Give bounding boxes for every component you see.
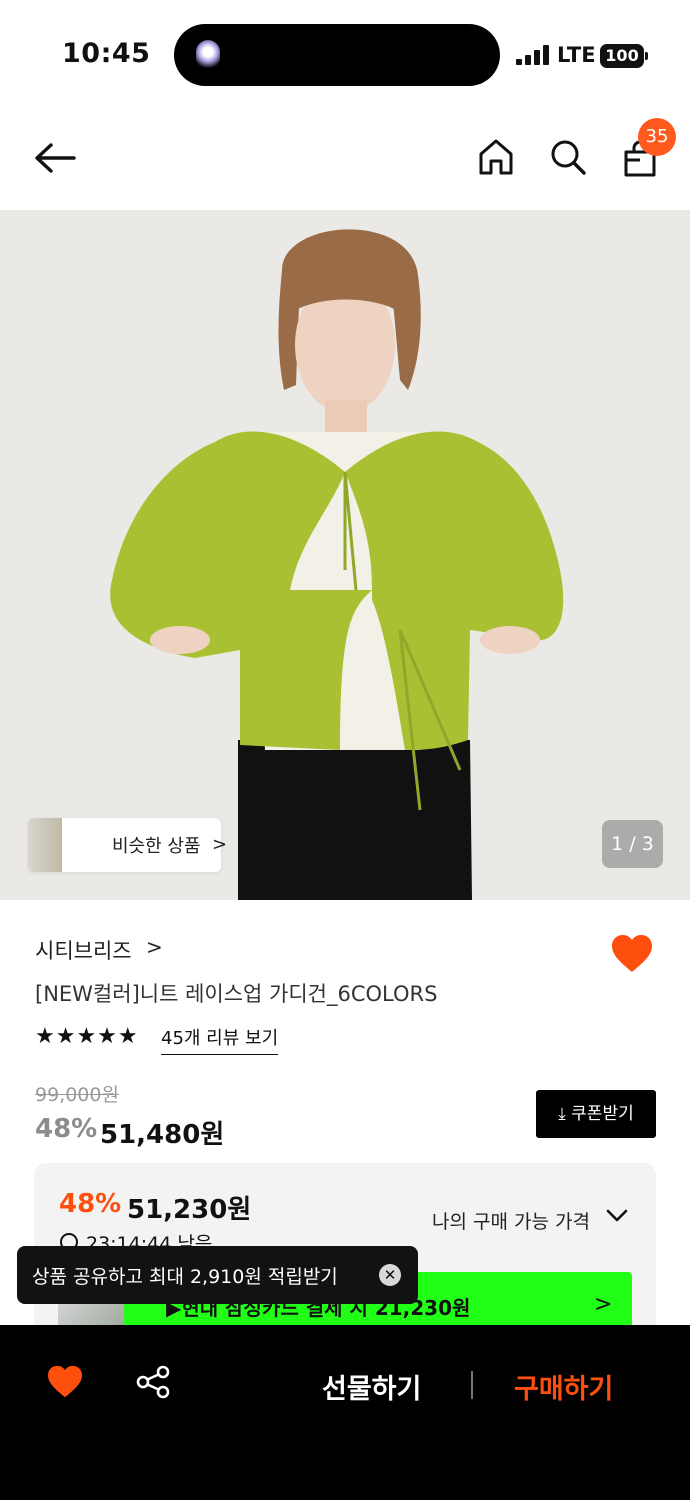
discount-percent: 48% (35, 1114, 98, 1144)
status-time: 10:45 (62, 38, 151, 69)
bottom-action-bar: 선물하기 구매하기 (0, 1325, 690, 1500)
chevron-right-icon: > (594, 1292, 613, 1317)
brand-link[interactable]: 시티브리즈 (35, 935, 132, 965)
product-title: [NEW컬러]니트 레이스업 가디건_6COLORS (35, 982, 438, 1006)
divider (471, 1371, 473, 1399)
battery-icon: 100 (600, 44, 648, 68)
get-coupon-button[interactable]: ⤓ 쿠폰받기 (536, 1090, 656, 1138)
chevron-right-icon: > (212, 834, 228, 855)
image-pager: 1 / 3 (602, 820, 663, 868)
heart-icon[interactable] (46, 1365, 84, 1399)
search-icon[interactable] (549, 138, 587, 176)
product-image[interactable] (0, 210, 690, 900)
gift-button[interactable]: 선물하기 (322, 1367, 421, 1406)
status-bar: 10:45 LTE 100 (0, 0, 690, 110)
similar-products-label: 비슷한 상품 (112, 836, 201, 857)
cart-count-badge: 35 (638, 118, 676, 156)
back-arrow-icon[interactable] (34, 142, 76, 174)
my-price-toggle[interactable]: 나의 구매 가능 가격 (432, 1207, 590, 1234)
chevron-down-icon[interactable] (606, 1209, 628, 1223)
rating-stars: ★★★★★ (35, 1024, 139, 1049)
network-type: LTE (557, 43, 596, 67)
similar-products-button[interactable]: 비슷한 상품 > (28, 818, 227, 872)
sale-price: 51,480원 (100, 1120, 225, 1150)
signal-icon (516, 45, 550, 65)
home-icon[interactable] (478, 138, 514, 176)
buy-button[interactable]: 구매하기 (514, 1367, 613, 1406)
chevron-right-icon: > (146, 935, 163, 959)
dynamic-island (174, 24, 500, 86)
member-discount-percent: 48% (59, 1189, 122, 1219)
close-icon[interactable]: ✕ (379, 1264, 401, 1286)
flashlight-icon (196, 40, 220, 70)
share-icon[interactable] (136, 1365, 170, 1399)
similar-product-thumbnail (28, 818, 62, 872)
toast-message: 상품 공유하고 최대 2,910원 적립받기 (32, 1266, 338, 1288)
share-reward-toast[interactable]: 상품 공유하고 최대 2,910원 적립받기 ✕ (17, 1246, 418, 1304)
top-nav (0, 110, 690, 210)
original-price: 99,000원 (35, 1084, 119, 1106)
review-link[interactable]: 45개 리뷰 보기 (161, 1024, 279, 1055)
product-photo (0, 210, 690, 900)
member-price: 51,230원 (127, 1195, 252, 1225)
favorite-heart-icon[interactable] (610, 934, 654, 974)
